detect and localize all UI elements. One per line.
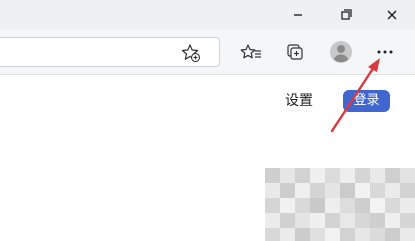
restore-icon [341,9,352,20]
close-icon [387,10,397,20]
add-favorite-button[interactable] [175,38,205,68]
add-favorite-star-icon [181,44,201,63]
profile-button[interactable] [325,36,357,68]
title-bar [0,0,415,30]
minimize-button[interactable] [275,0,321,30]
more-menu-button[interactable] [369,36,401,68]
restore-button[interactable] [322,0,368,30]
close-button[interactable] [369,0,415,30]
login-button[interactable]: 登录 [343,90,390,112]
collections-button[interactable] [279,36,311,68]
favorites-icon [240,44,261,59]
address-bar[interactable] [0,37,220,67]
minimize-icon [294,14,302,16]
more-menu-icon [377,50,393,54]
settings-link[interactable]: 设置 [285,92,313,110]
browser-window: 设置 登录 [0,0,415,241]
browser-toolbar [0,30,415,75]
pixelated-image [265,168,415,241]
collections-icon [287,44,303,60]
favorites-button[interactable] [236,36,268,68]
profile-avatar-icon [330,41,352,63]
